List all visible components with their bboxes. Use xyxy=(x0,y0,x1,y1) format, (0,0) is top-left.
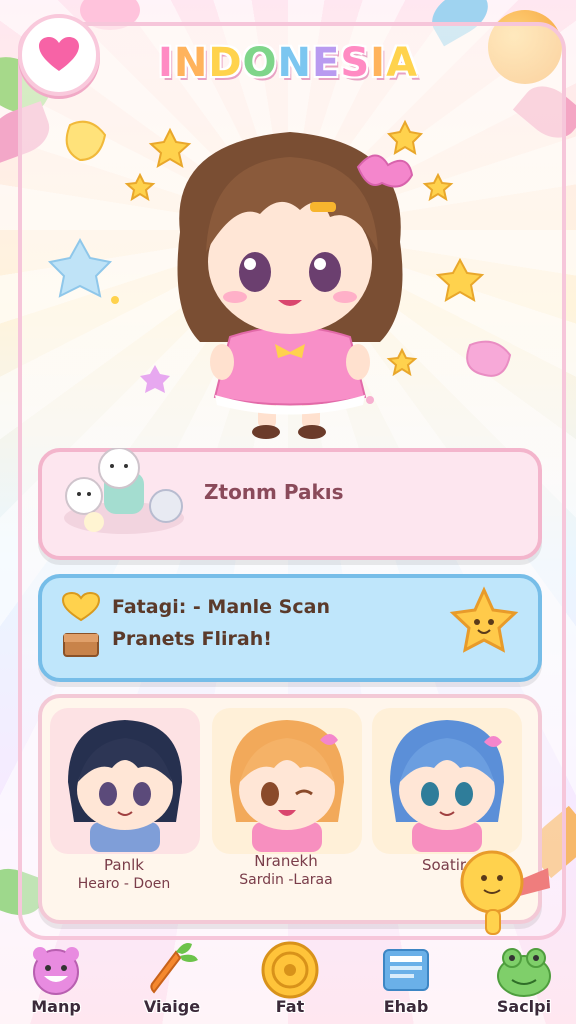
star-mascot-icon xyxy=(449,586,519,653)
title-letter: O xyxy=(242,40,278,86)
heart-icon xyxy=(39,37,79,71)
title-letter: I xyxy=(157,40,174,86)
nav-item-village[interactable]: Viaige xyxy=(124,940,220,1024)
title-letter: D xyxy=(208,40,243,86)
nav-item-map[interactable]: Manp xyxy=(8,940,104,1024)
nav-label: Manp xyxy=(31,997,81,1016)
mascot-icon xyxy=(460,850,550,935)
character-name: Nranekh xyxy=(254,852,318,870)
pig-icon xyxy=(33,947,79,995)
nav-label: Viaige xyxy=(143,997,201,1016)
title-letter: E xyxy=(312,40,341,86)
quest-line-1: Fatagi: - Manle Scan xyxy=(112,596,330,618)
title-letter: N xyxy=(277,40,313,86)
pets-label: Ztonm Pakıs xyxy=(204,480,344,504)
character-portrait xyxy=(68,720,182,852)
character-name: Panlk xyxy=(104,856,144,874)
nav-label: Saclpi xyxy=(496,997,552,1016)
nav-label: Fat xyxy=(275,997,305,1016)
title-letter: N xyxy=(173,40,209,86)
book-icon xyxy=(383,949,429,991)
quest-line-2: Pranets Flirah! xyxy=(112,628,272,650)
title-letter: A xyxy=(386,40,419,86)
heart-badge-icon xyxy=(62,592,100,622)
title-letter: I xyxy=(370,40,387,86)
nav-item-saclpi[interactable]: Saclpi xyxy=(476,940,572,1024)
character-portrait xyxy=(230,720,344,852)
nav-item-ehab[interactable]: Ehab xyxy=(358,940,454,1024)
page-title: INDONESIA xyxy=(120,40,456,86)
pets-icon xyxy=(64,448,184,534)
character-subtitle: Sardin -Laraa xyxy=(239,872,333,888)
title-letter: S xyxy=(340,40,371,86)
nav-label: Ehab xyxy=(383,997,429,1016)
coin-icon xyxy=(261,941,319,999)
character-subtitle: Hearo - Doen xyxy=(77,876,171,892)
favorite-button[interactable] xyxy=(18,14,100,96)
chest-icon xyxy=(63,633,99,657)
main-character xyxy=(177,132,414,439)
frog-icon xyxy=(497,948,551,997)
carrot-icon xyxy=(150,943,198,994)
nav-item-fat[interactable]: Fat xyxy=(242,940,338,1024)
character-portrait xyxy=(390,720,504,852)
